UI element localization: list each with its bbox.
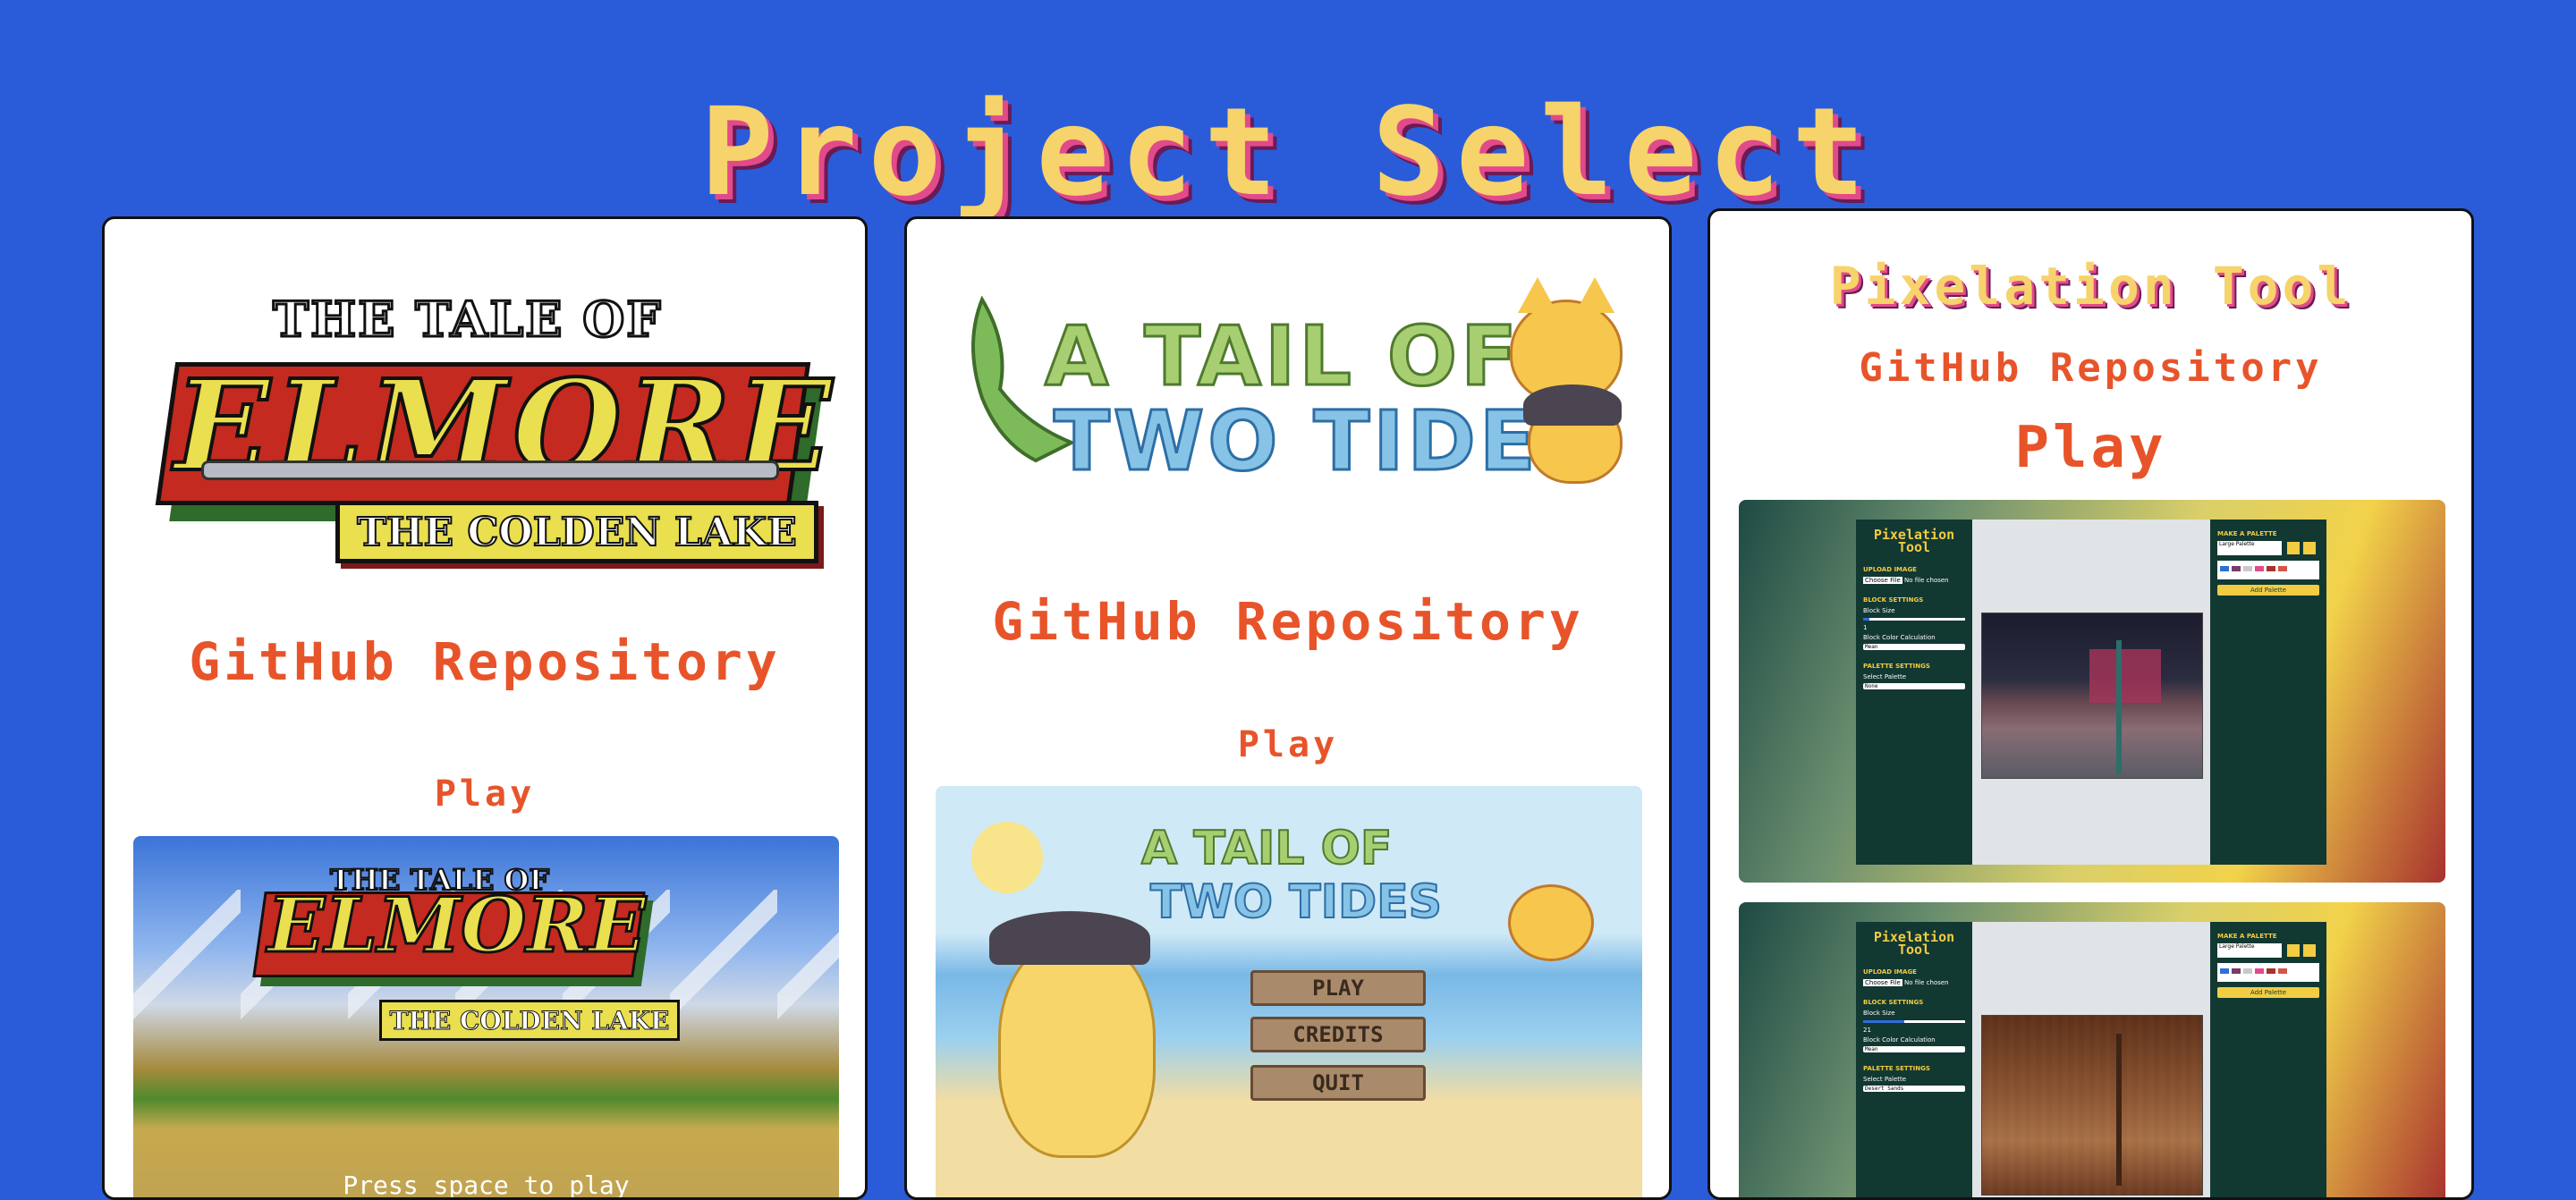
block-color-label: Block Color Calculation <box>1863 1036 1936 1044</box>
screenshot-logo-line2: TWO TIDES <box>1149 875 1443 930</box>
screenshot-logo-line3: THE COLDEN LAKE <box>379 1000 680 1041</box>
screenshot-logo-line1: A TAIL OF <box>1140 821 1393 876</box>
two-tides-logo: A TAIL OF TWO TIDES <box>943 273 1639 496</box>
left-panel: Pixelation Tool UPLOAD IMAGE Choose File… <box>1856 520 1972 865</box>
github-link[interactable]: GitHub Repository <box>1710 345 2471 391</box>
app-title: Pixelation Tool <box>1873 929 1955 958</box>
menu-credits-button[interactable]: CREDITS <box>1250 1017 1426 1052</box>
page-title: Project Select <box>699 82 1877 224</box>
right-panel: MAKE A PALETTE Large Palette Add Palette <box>2210 520 2326 865</box>
palette-select[interactable]: Desert Sands <box>1863 1086 1965 1092</box>
right-panel: MAKE A PALETTE Large Palette Add Palette <box>2210 922 2326 1197</box>
pirate-hat-icon <box>989 911 1150 965</box>
cat-icon <box>1508 884 1594 961</box>
canvas-area <box>1972 520 2210 865</box>
block-size-value: 1 <box>1863 624 1868 631</box>
block-color-select[interactable]: Mean <box>1863 644 1965 650</box>
upload-heading: UPLOAD IMAGE <box>1863 566 1917 573</box>
block-size-value: 21 <box>1863 1027 1871 1034</box>
make-palette-heading: MAKE A PALETTE <box>2217 933 2277 940</box>
block-size-label: Block Size <box>1863 607 1895 614</box>
github-link[interactable]: GitHub Repository <box>140 636 829 688</box>
block-color-label: Block Color Calculation <box>1863 634 1936 641</box>
color-swatches <box>2217 561 2319 579</box>
github-link[interactable]: GitHub Repository <box>943 596 1633 647</box>
palette-name-input[interactable]: Large Palette <box>2217 943 2282 958</box>
make-palette-heading: MAKE A PALETTE <box>2217 530 2277 537</box>
palette-select[interactable]: None <box>1863 683 1965 689</box>
night-street-photo <box>1981 613 2203 779</box>
app-title: Pixelation Tool <box>1873 527 1955 555</box>
play-link[interactable]: Play <box>105 773 865 815</box>
elmore-screenshot[interactable]: THE TALE OF ELMORE THE COLDEN LAKE Press… <box>133 836 839 1200</box>
play-link[interactable]: Play <box>907 724 1669 765</box>
canvas-area <box>1972 922 2210 1197</box>
palette-heading: PALETTE SETTINGS <box>1863 1065 1930 1072</box>
block-size-slider[interactable] <box>1863 1020 1965 1023</box>
project-card-two-tides: A TAIL OF TWO TIDES GitHub Repository Pl… <box>904 216 1672 1200</box>
left-panel: Pixelation Tool UPLOAD IMAGE Choose File… <box>1856 922 1972 1197</box>
remove-color-button[interactable] <box>2303 944 2316 957</box>
block-color-select[interactable]: Mean <box>1863 1046 1965 1052</box>
file-button[interactable]: Choose File <box>1863 979 1902 986</box>
add-color-button[interactable] <box>2287 944 2300 957</box>
block-heading: BLOCK SETTINGS <box>1863 999 1924 1006</box>
dog-character <box>998 938 1156 1158</box>
sun-icon <box>971 822 1043 893</box>
file-note: No file chosen <box>1904 577 1949 584</box>
add-color-button[interactable] <box>2287 542 2300 554</box>
app-window: Pixelation Tool UPLOAD IMAGE Choose File… <box>1856 922 2326 1197</box>
project-title: Pixelation Tool <box>1829 256 2352 317</box>
add-palette-button[interactable]: Add Palette <box>2217 987 2319 998</box>
play-link[interactable]: Play <box>1710 415 2471 481</box>
two-tides-screenshot[interactable]: A TAIL OF TWO TIDES PLAY CREDITS QUIT <box>936 786 1642 1197</box>
menu-quit-button[interactable]: QUIT <box>1250 1065 1426 1101</box>
upload-heading: UPLOAD IMAGE <box>1863 968 1917 976</box>
logo-line1: THE TALE OF <box>272 290 663 350</box>
project-card-elmore: THE TALE OF ELMORE THE COLDEN LAKE GitHu… <box>102 216 868 1200</box>
screenshot-logo-line2: ELMORE <box>266 880 647 971</box>
file-button[interactable]: Choose File <box>1863 577 1902 584</box>
palette-name-input[interactable]: Large Palette <box>2217 541 2282 555</box>
select-palette-label: Select Palette <box>1863 1076 1907 1083</box>
elmore-logo: THE TALE OF ELMORE THE COLDEN LAKE <box>140 290 835 563</box>
pixelation-screenshot-1[interactable]: Pixelation Tool UPLOAD IMAGE Choose File… <box>1739 500 2445 883</box>
project-card-pixelation: Pixelation Tool GitHub Repository Play P… <box>1707 208 2474 1200</box>
block-size-slider[interactable] <box>1863 618 1965 621</box>
block-heading: BLOCK SETTINGS <box>1863 596 1924 604</box>
block-size-label: Block Size <box>1863 1010 1895 1017</box>
add-palette-button[interactable]: Add Palette <box>2217 585 2319 596</box>
select-palette-label: Select Palette <box>1863 673 1907 680</box>
palette-heading: PALETTE SETTINGS <box>1863 663 1930 670</box>
remove-color-button[interactable] <box>2303 542 2316 554</box>
app-window: Pixelation Tool UPLOAD IMAGE Choose File… <box>1856 520 2326 865</box>
press-space-text: Press space to play <box>343 1170 630 1200</box>
logo-line1: A TAIL OF <box>1044 308 1521 406</box>
sword-icon <box>201 461 779 480</box>
pixelated-photo <box>1981 1015 2203 1196</box>
pixelation-screenshot-2[interactable]: Pixelation Tool UPLOAD IMAGE Choose File… <box>1739 902 2445 1197</box>
color-swatches <box>2217 963 2319 982</box>
logo-line2: TWO TIDES <box>1053 393 1602 491</box>
file-note: No file chosen <box>1904 979 1949 986</box>
logo-line3: THE COLDEN LAKE <box>335 501 818 563</box>
pirate-hat-icon <box>1523 385 1622 426</box>
menu-play-button[interactable]: PLAY <box>1250 970 1426 1006</box>
